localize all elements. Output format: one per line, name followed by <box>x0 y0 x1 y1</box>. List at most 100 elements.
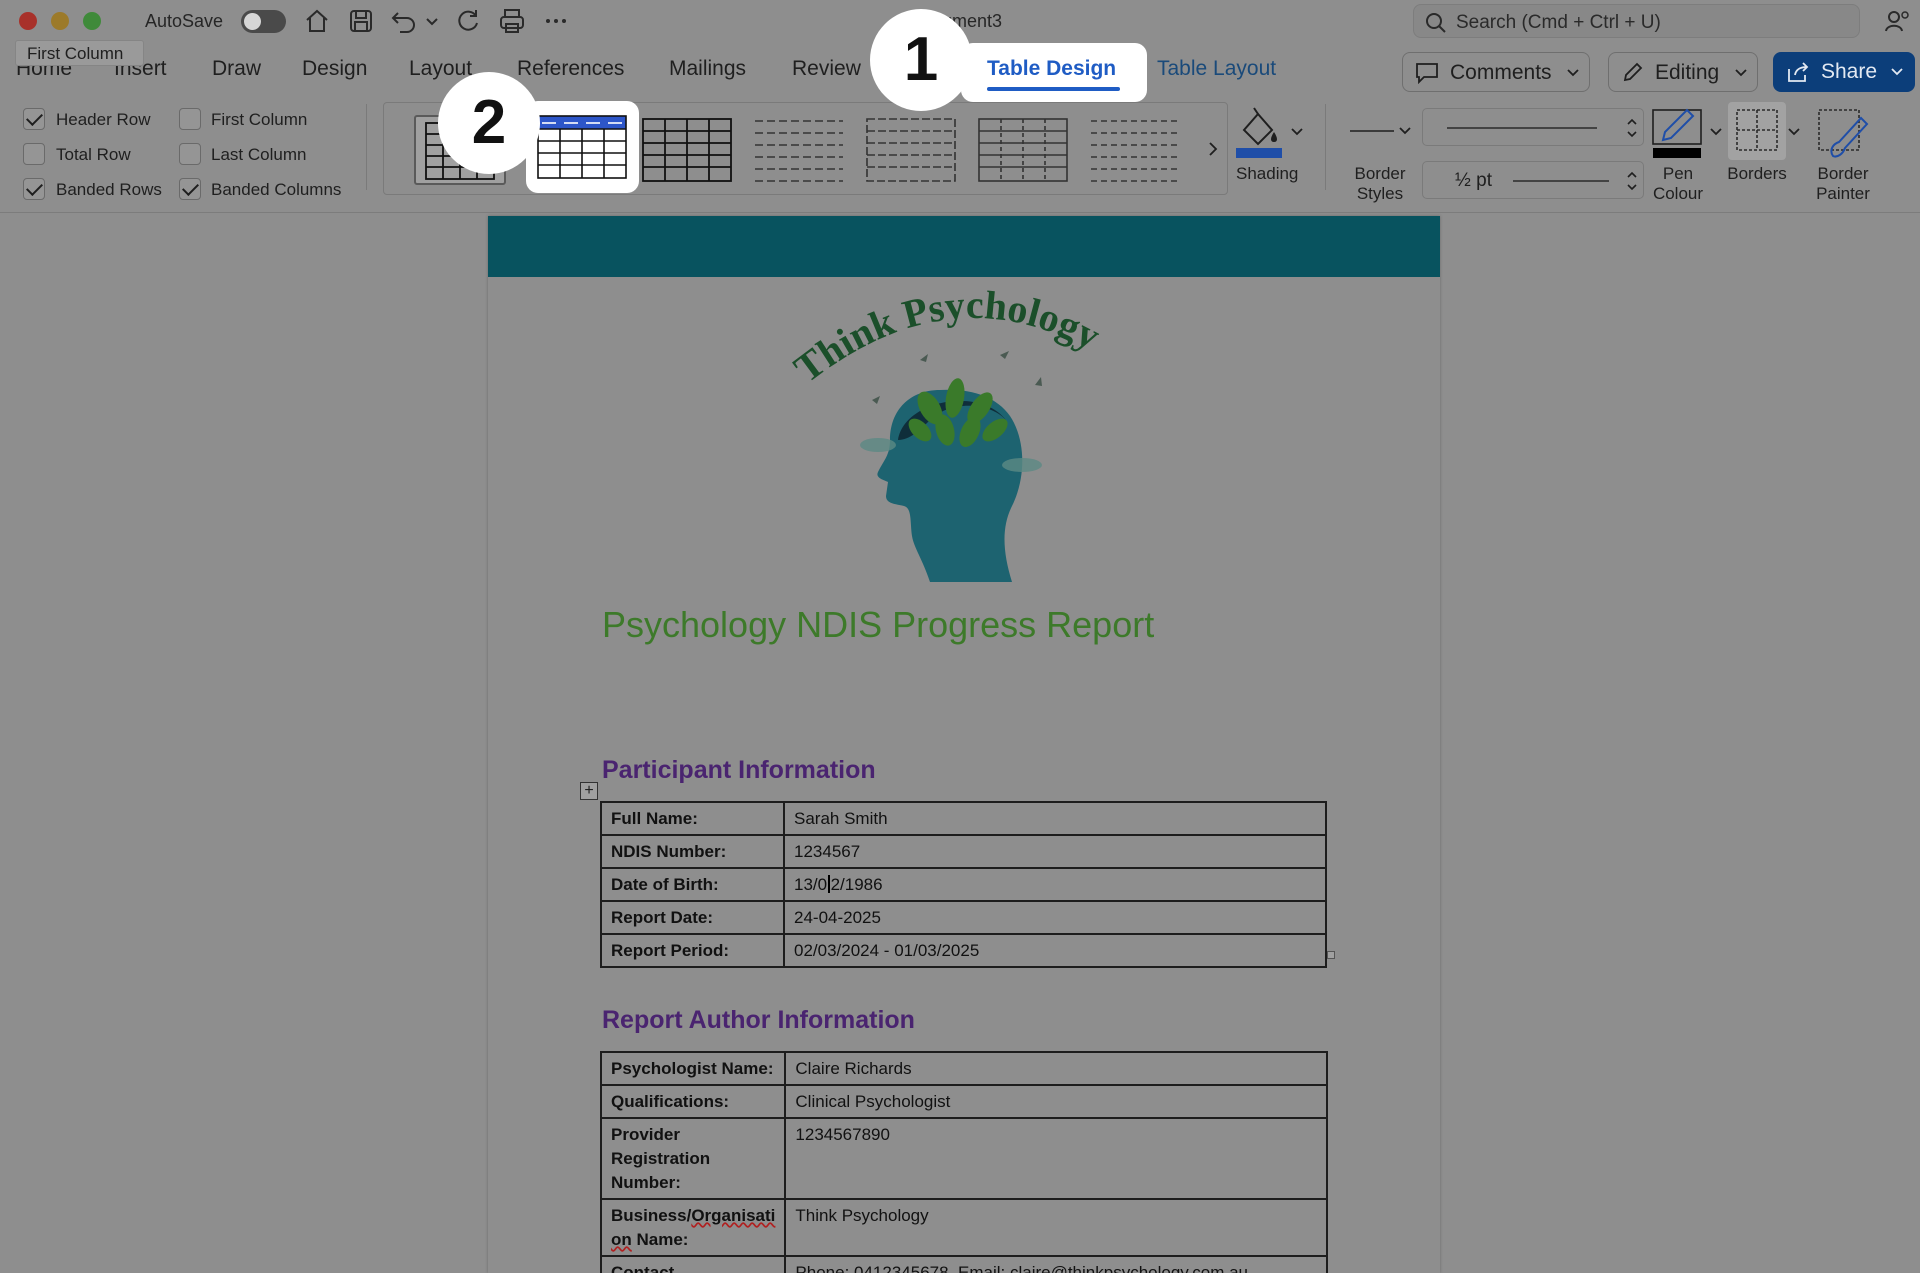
pen-colour-icon <box>1652 108 1702 158</box>
last-column-checkbox[interactable] <box>179 143 201 165</box>
editing-mode-button[interactable]: Editing <box>1608 52 1758 92</box>
table-cell-value[interactable]: 24-04-2025 <box>783 900 1327 935</box>
table-cell-value[interactable]: Clinical Psychologist <box>784 1084 1329 1119</box>
editing-label: Editing <box>1655 61 1720 84</box>
table-cell-key[interactable]: NDIS Number: <box>600 834 785 869</box>
paint-bucket-icon <box>1236 107 1282 158</box>
table-cell-key[interactable]: Psychologist Name: <box>599 1051 787 1086</box>
author-info-heading[interactable]: Report Author Information <box>602 1006 915 1035</box>
search-icon <box>1426 13 1446 33</box>
line-style-dropdown[interactable] <box>1422 108 1644 146</box>
table-style-light-grid[interactable] <box>865 115 957 185</box>
table-style-light-dashed[interactable] <box>753 115 845 185</box>
comments-button[interactable]: Comments <box>1402 52 1590 92</box>
line-preview-icon <box>1513 180 1609 182</box>
table-cell-key[interactable]: Provider Registration Number: <box>599 1117 787 1200</box>
total-row-checkbox[interactable] <box>23 143 45 165</box>
tab-draw[interactable]: Draw <box>212 57 261 81</box>
table-cell-value[interactable]: 1234567890 <box>784 1117 1329 1200</box>
gallery-next-chevron-icon[interactable] <box>1206 139 1220 159</box>
table-cell-value[interactable]: 1234567 <box>783 834 1327 869</box>
header-row-label: Header Row <box>56 110 151 129</box>
save-icon[interactable] <box>347 7 375 35</box>
report-title[interactable]: Psychology NDIS Progress Report <box>602 604 1154 646</box>
table-row[interactable]: Date of Birth: 13/0 2/1986 <box>600 867 1327 902</box>
table-row[interactable]: Contact Phone: 0412345678, Email: claire… <box>599 1255 1329 1273</box>
table-row[interactable]: Qualifications: Clinical Psychologist <box>599 1084 1329 1119</box>
tab-mailings[interactable]: Mailings <box>669 57 746 81</box>
table-cell-key[interactable]: Full Name: <box>600 801 785 836</box>
tab-table-layout[interactable]: Table Layout <box>1157 57 1276 81</box>
banded-rows-checkbox[interactable] <box>23 178 45 200</box>
minimize-window-button[interactable] <box>51 12 69 30</box>
undo-icon[interactable] <box>390 7 418 35</box>
table-row[interactable]: Full Name: Sarah Smith <box>600 801 1327 836</box>
table-cell-value[interactable]: 13/0 2/1986 <box>783 867 1327 902</box>
table-cell-value[interactable]: Phone: 0412345678, Email: claire@thinkps… <box>784 1255 1329 1273</box>
first-column-checkbox[interactable] <box>179 108 201 130</box>
table-row[interactable]: Report Date: 24-04-2025 <box>600 900 1327 935</box>
table-row[interactable]: NDIS Number: 1234567 <box>600 834 1327 869</box>
share-label: Share <box>1821 60 1878 83</box>
table-grid-icon <box>866 118 956 182</box>
table-cell-value[interactable]: Sarah Smith <box>783 801 1327 836</box>
search-placeholder: Search (Cmd + Ctrl + U) <box>1456 12 1661 33</box>
author-info-table[interactable]: Psychologist Name: Claire Richards Quali… <box>599 1051 1329 1273</box>
table-row[interactable]: Psychologist Name: Claire Richards <box>599 1051 1329 1086</box>
header-row-checkbox[interactable] <box>23 108 45 130</box>
pen-colour-button[interactable]: Pen Colour <box>1645 104 1725 203</box>
table-row[interactable]: Report Period: 02/03/2024 - 01/03/2025 <box>600 933 1327 968</box>
table-style-list[interactable] <box>977 115 1069 185</box>
table-grid-icon <box>1091 120 1179 182</box>
banded-columns-checkbox[interactable] <box>179 178 201 200</box>
table-cell-key[interactable]: Report Date: <box>600 900 785 935</box>
pen-weight-dropdown[interactable]: ½ pt <box>1422 161 1644 199</box>
share-button[interactable]: Share <box>1773 52 1915 92</box>
border-painter-button[interactable]: Border Painter <box>1805 104 1883 203</box>
tab-design[interactable]: Design <box>302 57 367 81</box>
table-row[interactable]: Business/Organisati on Name: Think Psych… <box>599 1198 1329 1257</box>
stepper-icon <box>1627 171 1637 191</box>
zoom-window-button[interactable] <box>83 12 101 30</box>
search-box[interactable]: Search (Cmd + Ctrl + U) <box>1413 4 1860 38</box>
account-icon[interactable] <box>1883 7 1911 35</box>
participant-info-heading[interactable]: Participant Information <box>602 756 876 785</box>
redo-icon[interactable] <box>454 7 482 35</box>
key-part: Business/ <box>611 1206 692 1225</box>
table-row[interactable]: Provider Registration Number: 1234567890 <box>599 1117 1329 1200</box>
shading-button[interactable]: Shading <box>1230 104 1306 196</box>
borders-button[interactable]: Borders <box>1725 100 1803 196</box>
table-cell-value[interactable]: 02/03/2024 - 01/03/2025 <box>783 933 1327 968</box>
table-cell-key[interactable]: Date of Birth: <box>600 867 785 902</box>
text-cursor <box>828 875 830 893</box>
border-styles-button[interactable]: Border Styles <box>1340 104 1420 203</box>
home-icon[interactable] <box>303 7 331 35</box>
table-cell-key[interactable]: Business/Organisati on Name: <box>599 1198 787 1257</box>
table-cell-key[interactable]: Contact <box>599 1255 787 1273</box>
more-options-icon[interactable] <box>542 7 570 35</box>
share-icon <box>1788 62 1809 82</box>
table-style-minimal[interactable] <box>1089 115 1181 185</box>
table-cell-value[interactable]: Claire Richards <box>784 1051 1329 1086</box>
participant-info-table[interactable]: Full Name: Sarah Smith NDIS Number: 1234… <box>600 801 1327 968</box>
border-painter-label: Border Painter <box>1816 164 1870 203</box>
logo-text: Think Psychology <box>786 290 1108 391</box>
border-styles-label: Border Styles <box>1354 164 1406 203</box>
undo-dropdown-chevron-icon[interactable] <box>424 7 440 35</box>
table-style-blue-header[interactable] <box>526 101 639 193</box>
table-move-handle[interactable]: + <box>580 782 598 800</box>
autosave-toggle[interactable] <box>241 10 286 33</box>
first-column-label: First Column <box>211 110 308 129</box>
table-resize-handle[interactable] <box>1327 951 1335 959</box>
table-cell-key[interactable]: Report Period: <box>600 933 785 968</box>
print-icon[interactable] <box>498 7 526 35</box>
tab-references[interactable]: References <box>517 57 624 81</box>
table-cell-key[interactable]: Qualifications: <box>599 1084 787 1119</box>
close-window-button[interactable] <box>19 12 37 30</box>
tab-review[interactable]: Review <box>792 57 861 81</box>
banded-rows-label: Banded Rows <box>56 180 162 199</box>
table-cell-value[interactable]: Think Psychology <box>784 1198 1329 1257</box>
tab-table-design[interactable]: Table Design <box>987 57 1116 81</box>
tab-layout[interactable]: Layout <box>409 57 472 81</box>
table-style-grid-dark[interactable] <box>641 115 733 185</box>
